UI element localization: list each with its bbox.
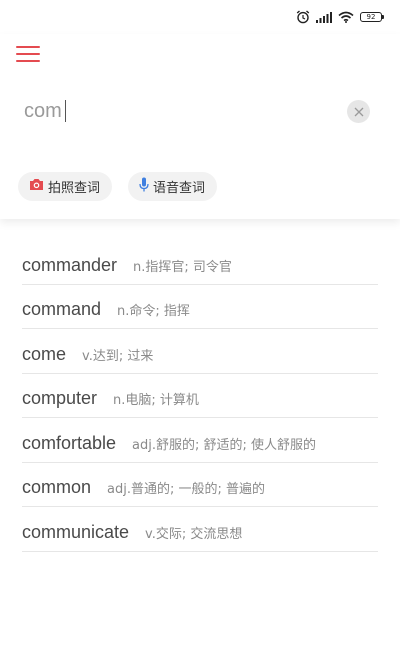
suggestion-item[interactable]: common adj.普通的; 一般的; 普遍的 — [22, 463, 378, 507]
status-bar: 92 — [0, 0, 400, 34]
suggestion-definition: v.达到; 过来 — [82, 348, 154, 364]
suggestion-item[interactable]: communicate v.交际; 交流思想 — [22, 507, 378, 552]
suggestion-item[interactable]: computer n.电脑; 计算机 — [22, 374, 378, 418]
suggestion-word: commander — [22, 254, 118, 275]
suggestion-definition: adj.舒服的; 舒适的; 使人舒服的 — [132, 437, 317, 453]
alarm-icon — [296, 10, 310, 24]
suggestion-list: commander n.指挥官; 司令官 command n.命令; 指挥 co… — [22, 240, 378, 552]
suggestion-word: come — [22, 343, 67, 364]
search-input[interactable] — [24, 96, 324, 126]
text-cursor — [65, 100, 66, 122]
clear-search-button[interactable] — [347, 100, 370, 123]
suggestion-definition: n.电脑; 计算机 — [113, 393, 199, 408]
signal-icon — [316, 11, 332, 23]
suggestion-definition: n.指挥官; 司令官 — [133, 259, 232, 275]
suggestion-definition: adj.普通的; 一般的; 普遍的 — [107, 482, 266, 497]
suggestion-word: command — [22, 299, 102, 319]
wifi-icon — [338, 11, 354, 23]
photo-lookup-label: 拍照查词 — [48, 181, 101, 196]
suggestion-definition: v.交际; 交流思想 — [145, 526, 243, 542]
camera-icon — [29, 178, 44, 195]
voice-lookup-label: 语音查词 — [153, 181, 206, 196]
battery-level: 92 — [366, 13, 376, 21]
suggestion-item[interactable]: come v.达到; 过来 — [22, 329, 378, 374]
suggestion-item[interactable]: command n.命令; 指挥 — [22, 285, 378, 329]
close-icon — [354, 102, 364, 121]
voice-lookup-button[interactable]: 语音查词 — [128, 172, 218, 201]
suggestion-item[interactable]: comfortable adj.舒服的; 舒适的; 使人舒服的 — [22, 418, 378, 463]
search-card: 拍照查词 语音查词 — [0, 34, 400, 219]
suggestion-word: communicate — [22, 521, 130, 542]
photo-lookup-button[interactable]: 拍照查词 — [18, 172, 113, 201]
suggestion-word: common — [22, 477, 92, 497]
suggestion-item[interactable]: commander n.指挥官; 司令官 — [22, 240, 378, 285]
hamburger-menu-icon[interactable] — [16, 46, 40, 64]
suggestion-definition: n.命令; 指挥 — [117, 304, 190, 319]
suggestion-word: computer — [22, 388, 98, 408]
microphone-icon — [139, 177, 149, 196]
suggestion-word: comfortable — [22, 432, 117, 453]
battery-icon: 92 — [360, 12, 384, 22]
